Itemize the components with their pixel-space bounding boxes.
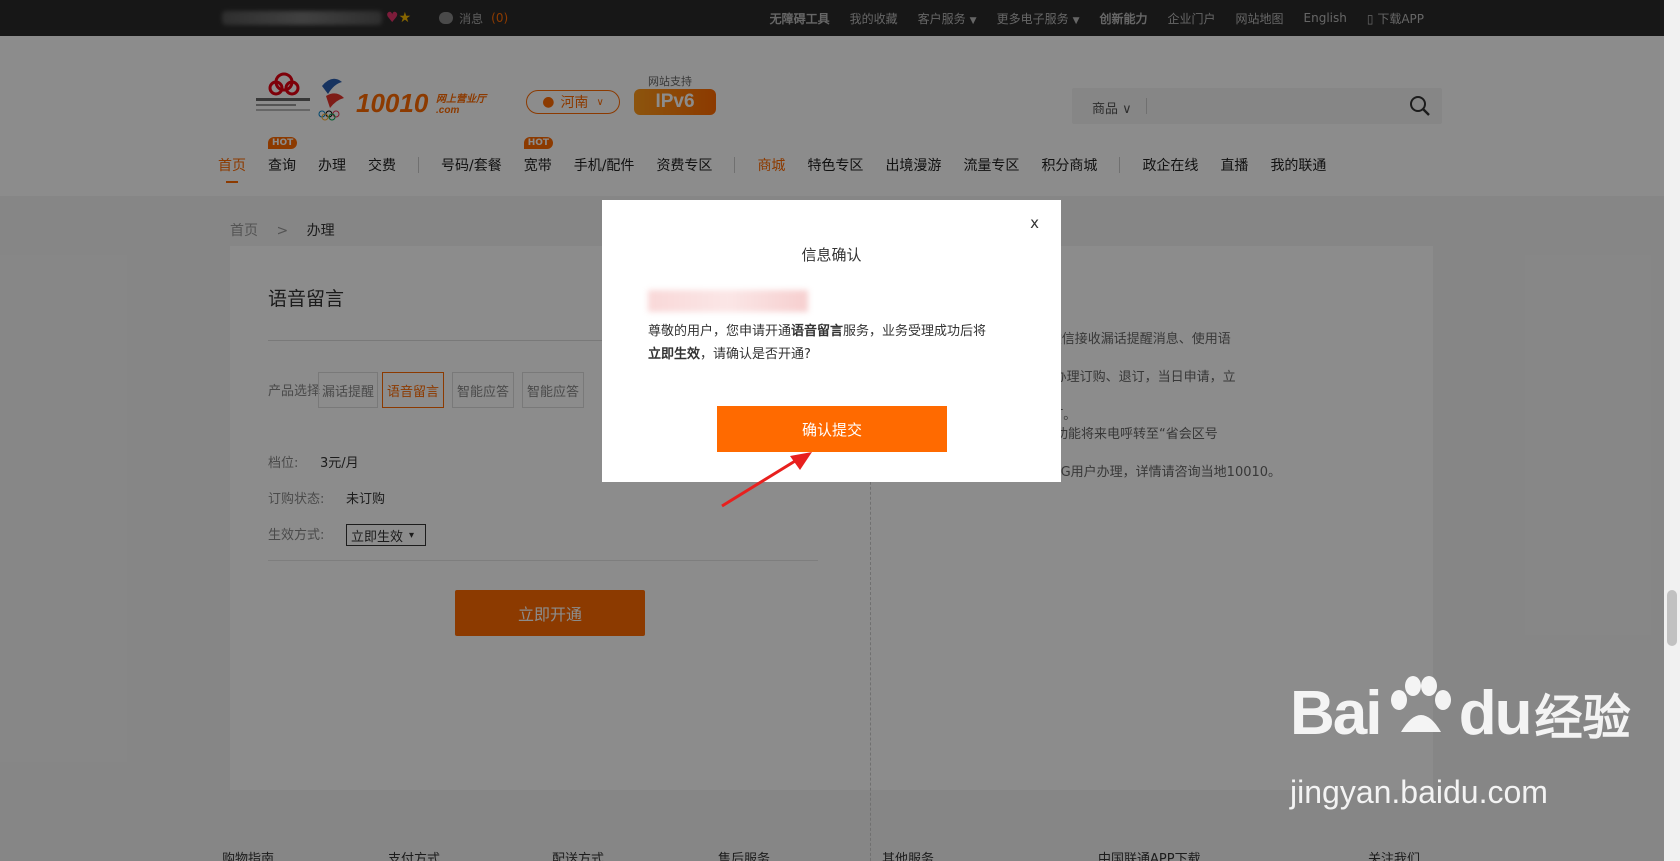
watermark-url: jingyan.baidu.com — [1290, 774, 1548, 810]
watermark-cn: 经验 — [1534, 690, 1631, 746]
watermark-brand-2: du — [1458, 679, 1533, 748]
red-arrow-annotation — [721, 452, 812, 508]
dialog-title: 信息确认 — [801, 246, 862, 264]
paw-icon — [1390, 676, 1451, 732]
scrollbar-thumb[interactable] — [1667, 590, 1677, 646]
close-icon[interactable]: x — [1030, 214, 1039, 232]
page-scrollbar[interactable] — [1664, 0, 1680, 861]
watermark-brand: Bai — [1290, 679, 1382, 748]
confirm-submit-button[interactable]: 确认提交 — [717, 406, 947, 452]
baidu-watermark: Bai du 经验 jingyan.baidu.com — [1290, 676, 1631, 810]
phone-number-blurred — [648, 290, 808, 312]
dialog-message: 尊敬的用户，您申请开通语音留言服务，业务受理成功后将 立即生效，请确认是否开通? — [648, 324, 987, 362]
confirm-dialog: x 信息确认 尊敬的用户，您申请开通语音留言服务，业务受理成功后将 立即生效，请… — [602, 200, 1061, 482]
